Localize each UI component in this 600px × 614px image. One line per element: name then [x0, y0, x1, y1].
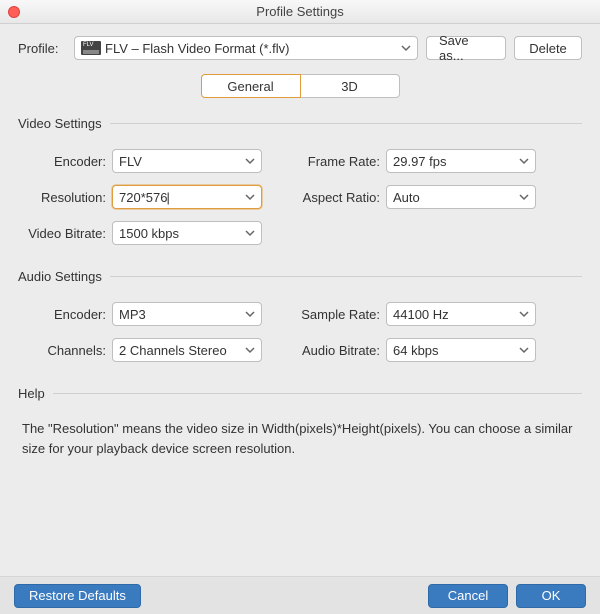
aspect-ratio-label: Aspect Ratio:: [292, 190, 386, 205]
delete-button[interactable]: Delete: [514, 36, 582, 60]
tabs: General 3D: [18, 74, 582, 98]
chevron-down-icon: [245, 345, 255, 355]
video-bitrate-dropdown[interactable]: 1500 kbps: [112, 221, 262, 245]
flv-icon: [81, 41, 101, 55]
sample-rate-dropdown[interactable]: 44100 Hz: [386, 302, 536, 326]
chevron-down-icon: [401, 43, 411, 53]
profile-label: Profile:: [18, 41, 66, 56]
tab-general[interactable]: General: [201, 74, 301, 98]
frame-rate-dropdown[interactable]: 29.97 fps: [386, 149, 536, 173]
video-bitrate-label: Video Bitrate:: [18, 226, 112, 241]
profile-dropdown[interactable]: FLV – Flash Video Format (*.flv): [74, 36, 418, 60]
help-group: Help The "Resolution" means the video si…: [18, 386, 582, 458]
audio-encoder-dropdown[interactable]: MP3: [112, 302, 262, 326]
titlebar: Profile Settings: [0, 0, 600, 24]
restore-defaults-button[interactable]: Restore Defaults: [14, 584, 141, 608]
chevron-down-icon: [519, 309, 529, 319]
chevron-down-icon: [245, 192, 255, 202]
sample-rate-label: Sample Rate:: [292, 307, 386, 322]
help-text: The "Resolution" means the video size in…: [18, 419, 582, 458]
tab-3d[interactable]: 3D: [300, 74, 400, 98]
cancel-button[interactable]: Cancel: [428, 584, 508, 608]
help-legend: Help: [18, 386, 53, 401]
audio-settings-legend: Audio Settings: [18, 269, 110, 284]
audio-encoder-label: Encoder:: [18, 307, 112, 322]
chevron-down-icon: [245, 309, 255, 319]
chevron-down-icon: [245, 156, 255, 166]
audio-settings-group: Audio Settings Encoder: MP3 Sample Rate:…: [18, 269, 582, 362]
resolution-label: Resolution:: [18, 190, 112, 205]
audio-bitrate-dropdown[interactable]: 64 kbps: [386, 338, 536, 362]
chevron-down-icon: [519, 156, 529, 166]
aspect-ratio-dropdown[interactable]: Auto: [386, 185, 536, 209]
ok-button[interactable]: OK: [516, 584, 586, 608]
audio-bitrate-label: Audio Bitrate:: [292, 343, 386, 358]
frame-rate-label: Frame Rate:: [292, 154, 386, 169]
video-encoder-dropdown[interactable]: FLV: [112, 149, 262, 173]
chevron-down-icon: [245, 228, 255, 238]
footer: Restore Defaults Cancel OK: [0, 576, 600, 614]
save-as-button[interactable]: Save as...: [426, 36, 506, 60]
video-settings-legend: Video Settings: [18, 116, 110, 131]
channels-label: Channels:: [18, 343, 112, 358]
resolution-dropdown[interactable]: 720*576: [112, 185, 262, 209]
chevron-down-icon: [519, 192, 529, 202]
window-title: Profile Settings: [0, 4, 600, 19]
encoder-label: Encoder:: [18, 154, 112, 169]
profile-value: FLV – Flash Video Format (*.flv): [105, 41, 289, 56]
chevron-down-icon: [519, 345, 529, 355]
video-settings-group: Video Settings Encoder: FLV Frame Rate: …: [18, 116, 582, 245]
channels-dropdown[interactable]: 2 Channels Stereo: [112, 338, 262, 362]
